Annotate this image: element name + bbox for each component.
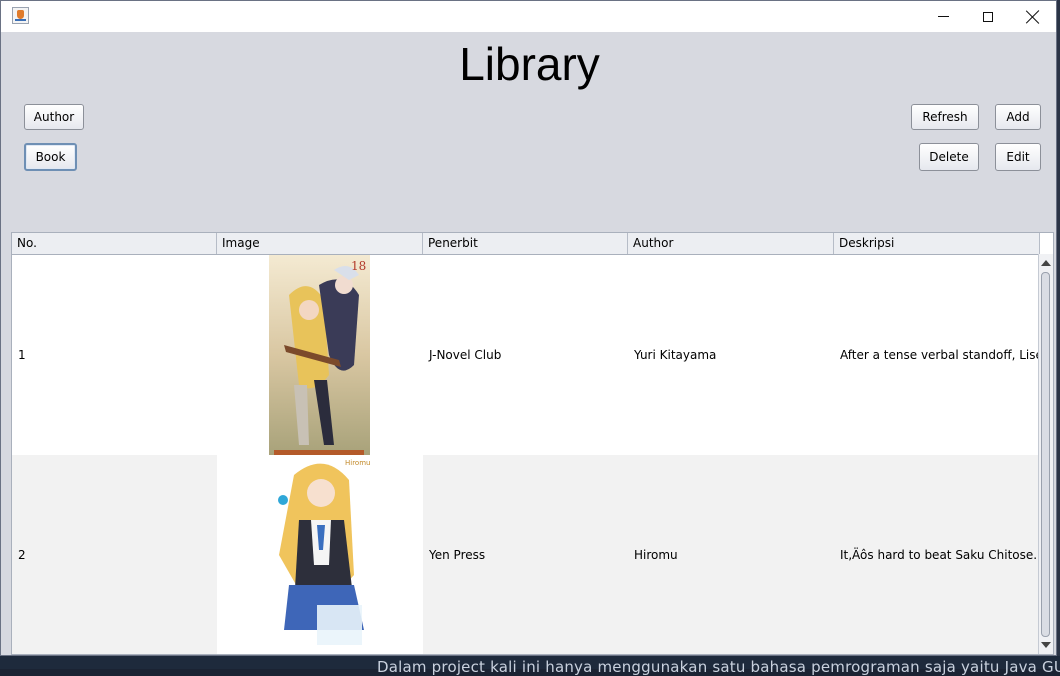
minimize-icon [937,16,949,17]
vertical-scrollbar[interactable] [1038,254,1053,654]
books-table[interactable]: No. Image Penerbit Author Deskripsi 1 18… [11,232,1054,655]
java-app-icon [12,7,29,24]
book-button[interactable]: Book [24,143,77,171]
page-title: Library [459,38,600,90]
cell-no: 1 [18,348,26,362]
column-header-image[interactable]: Image [217,233,423,254]
refresh-button[interactable]: Refresh [911,104,979,130]
maximize-icon [983,11,993,22]
book-cover-image: 18 [269,255,370,455]
close-icon [1026,10,1040,24]
column-header-author[interactable]: Author [628,233,834,254]
table-row[interactable]: 1 18 J-Novel Club Yuri Kitayama After a … [12,255,1040,455]
column-header-penerbit[interactable]: Penerbit [423,233,628,254]
cell-penerbit: J-Novel Club [429,348,502,362]
maximize-button[interactable] [965,1,1011,32]
cover-author: Hiromu [345,459,370,467]
add-button[interactable]: Add [995,104,1041,130]
cell-image: 18 [217,255,423,455]
author-button[interactable]: Author [24,104,84,130]
cell-author: Hiromu [634,548,678,562]
scroll-thumb[interactable] [1041,272,1050,637]
library-window: Library Author Book Refresh Add Delete E… [0,0,1057,656]
delete-button[interactable]: Delete [919,143,979,171]
table-header: No. Image Penerbit Author Deskripsi [12,233,1040,255]
cell-no: 2 [18,548,26,562]
book-cover-image: Hiromu [269,455,370,654]
cell-image: Hiromu [217,455,423,654]
cell-deskripsi: It‚Äôs hard to beat Saku Chitose. ... [840,548,1040,562]
background-page-text: Dalam project kali ini hanya menggunakan… [377,658,1060,676]
title-bar[interactable] [1,1,1056,32]
cell-author: Yuri Kitayama [634,348,717,362]
edit-button[interactable]: Edit [995,143,1041,171]
cover-volume-number: 18 [351,259,366,273]
cell-deskripsi: After a tense verbal standoff, Lisel... [840,348,1040,362]
column-header-no[interactable]: No. [12,233,217,254]
cell-penerbit: Yen Press [429,548,486,562]
column-header-deskripsi[interactable]: Deskripsi [834,233,1040,254]
close-button[interactable] [1010,1,1056,32]
scroll-up-arrow-icon[interactable] [1041,260,1051,266]
scroll-down-arrow-icon[interactable] [1041,642,1051,648]
minimize-button[interactable] [920,1,966,32]
table-row[interactable]: 2 Hiromu Yen Press Hiromu It‚Äôs hard to… [12,455,1040,654]
